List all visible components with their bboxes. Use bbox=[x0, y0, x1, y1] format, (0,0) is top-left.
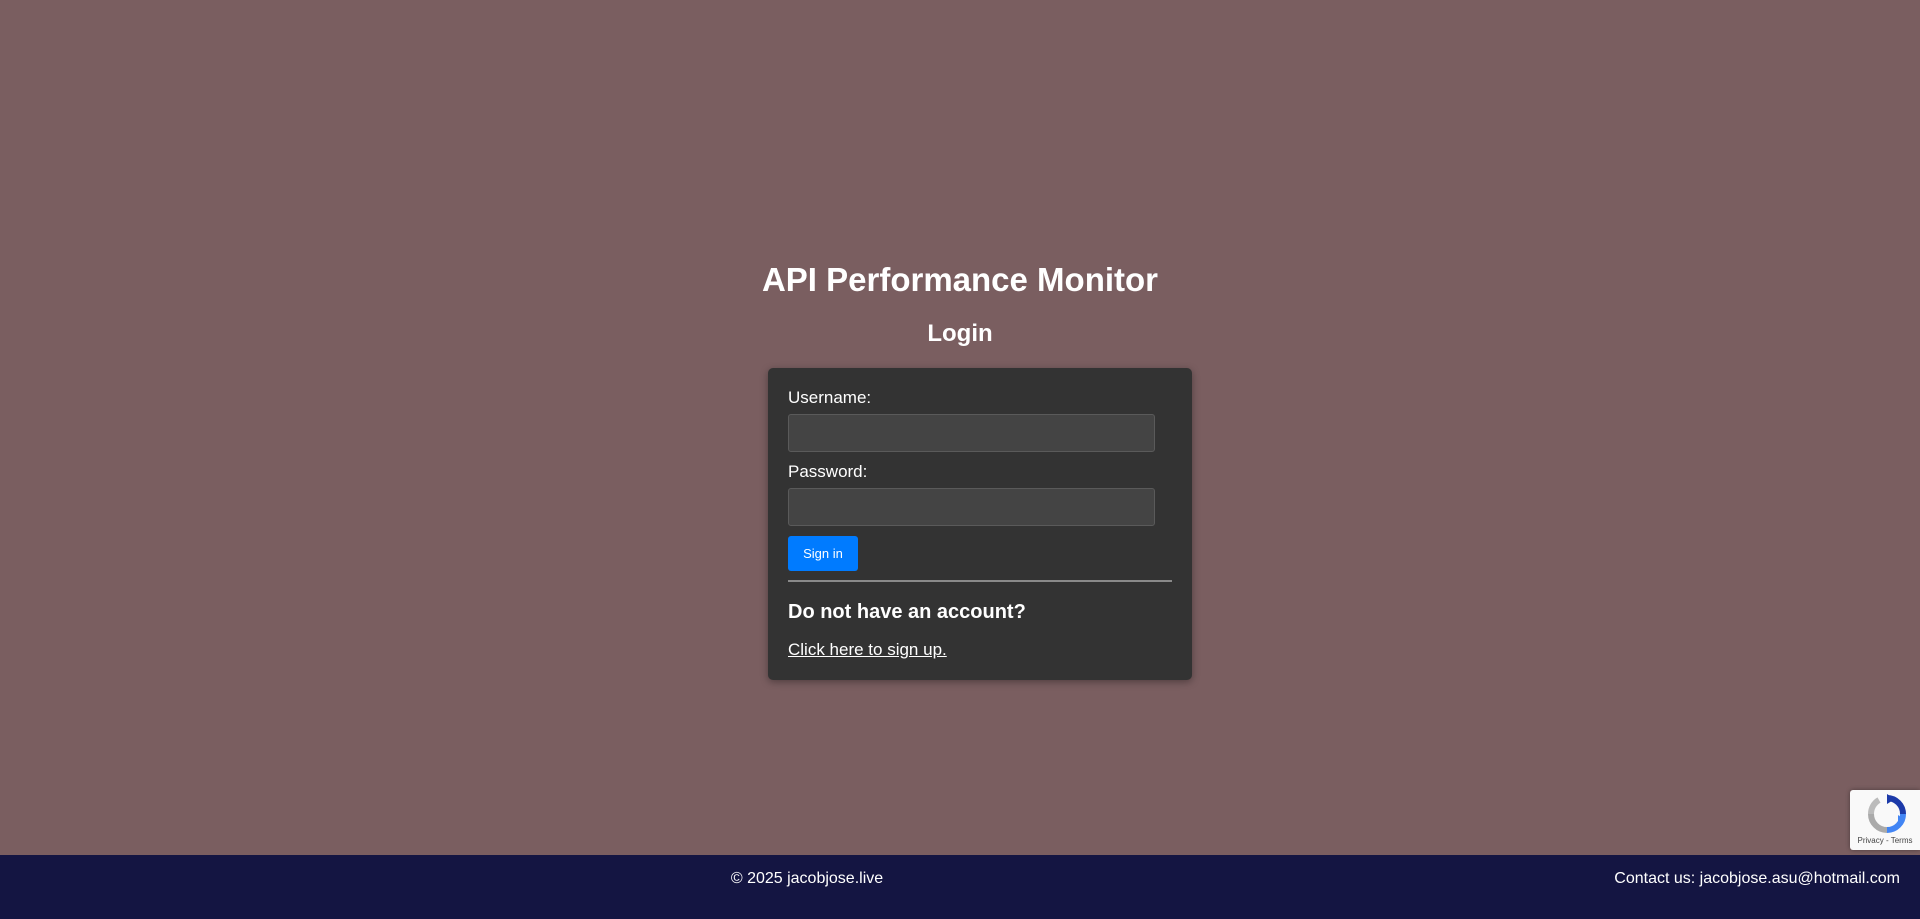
sign-in-button[interactable]: Sign in bbox=[788, 536, 858, 571]
contact-text: Contact us: jacobjose.asu@hotmail.com bbox=[1614, 870, 1900, 887]
username-label: Username: bbox=[788, 388, 872, 407]
recaptcha-badge[interactable]: Privacy - Terms bbox=[1850, 790, 1920, 850]
recaptcha-terms[interactable]: Privacy - Terms bbox=[1850, 836, 1920, 846]
page-title: Login bbox=[927, 320, 993, 347]
copyright-text: © 2025 jacobjose.live bbox=[730, 870, 884, 887]
signup-link[interactable]: Click here to sign up. bbox=[788, 640, 947, 660]
login-card: Username: Password: Sign in Do not have … bbox=[768, 368, 1192, 680]
app-title: API Performance Monitor bbox=[761, 261, 1159, 298]
divider bbox=[788, 580, 1172, 582]
password-label: Password: bbox=[788, 462, 868, 481]
password-input[interactable] bbox=[788, 488, 1155, 526]
footer: © 2025 jacobjose.live Contact us: jacobj… bbox=[0, 855, 1920, 919]
signup-question: Do not have an account? bbox=[788, 601, 1026, 623]
recaptcha-icon bbox=[1865, 794, 1909, 834]
username-input[interactable] bbox=[788, 414, 1155, 452]
